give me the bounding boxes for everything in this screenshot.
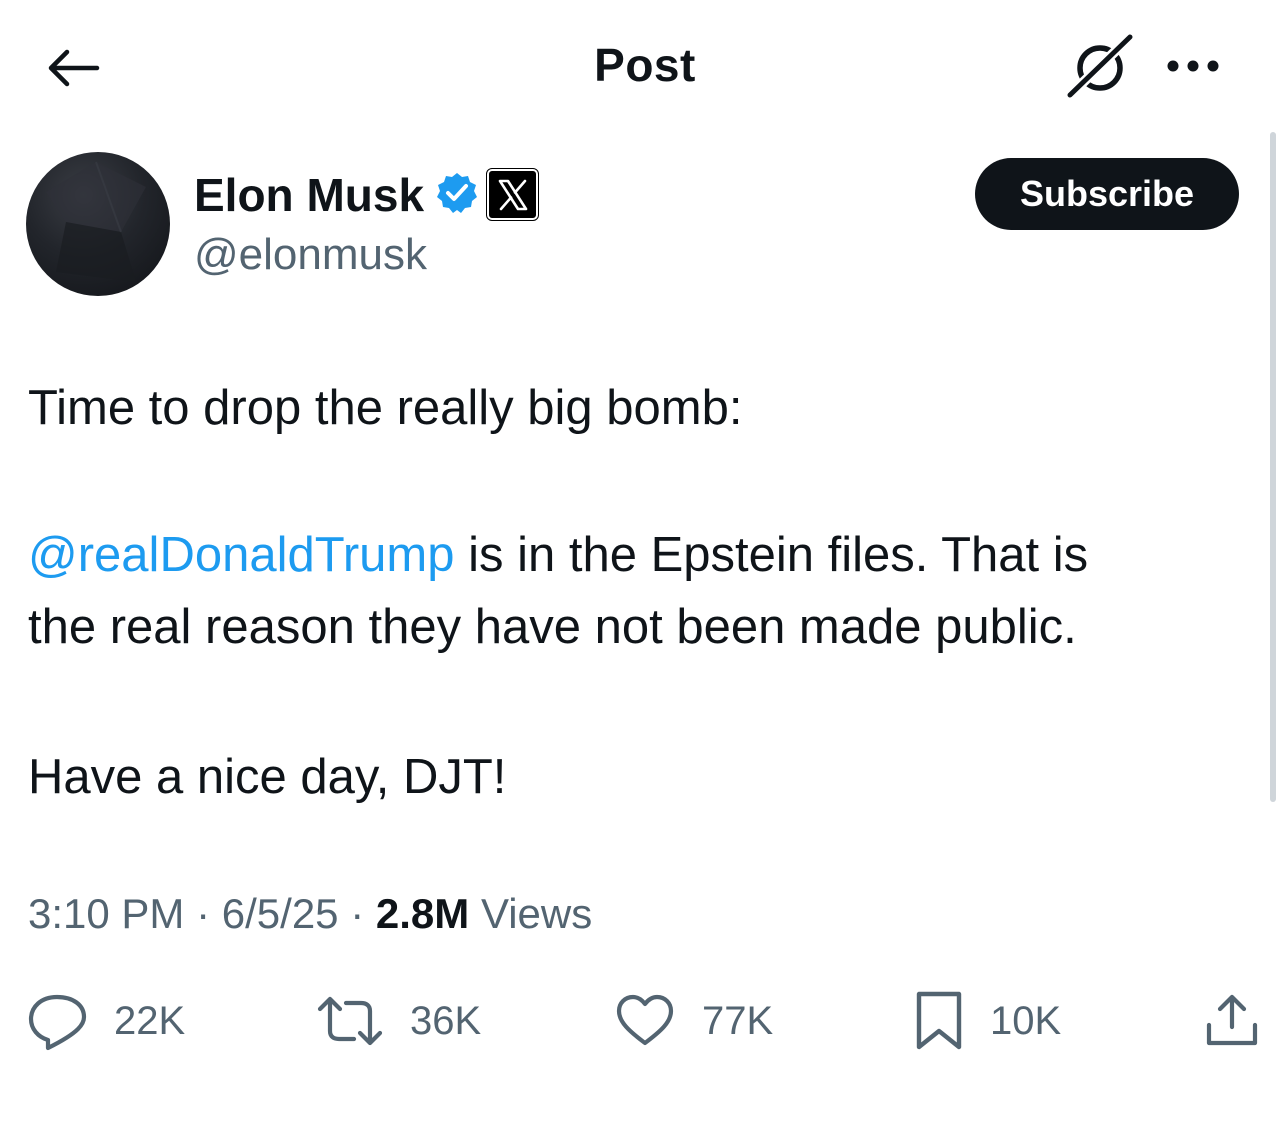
scrollbar[interactable] [1270, 132, 1276, 802]
bookmark-count: 10K [990, 998, 1062, 1043]
post-date[interactable]: 6/5/25 [222, 890, 339, 937]
meta-separator: · [350, 890, 365, 937]
subscribe-button[interactable]: Subscribe [975, 158, 1239, 230]
grok-button[interactable] [1062, 30, 1138, 102]
x-logo-icon[interactable] [486, 168, 539, 221]
tweet-line-2: @realDonaldTrump is in the Epstein files… [28, 520, 1088, 590]
verified-badge-icon [435, 171, 479, 215]
bookmark-button[interactable]: 10K [914, 985, 1061, 1057]
post-meta: 3:10 PM · 6/5/25 · 2.8M Views [28, 890, 592, 938]
reply-count: 22K [114, 998, 186, 1043]
like-count: 77K [702, 998, 774, 1043]
reply-button[interactable]: 22K [26, 985, 185, 1057]
bookmark-icon [914, 989, 964, 1053]
share-button[interactable] [1204, 985, 1260, 1057]
tweet-line-4: Have a nice day, DJT! [28, 750, 507, 804]
heart-icon [614, 993, 676, 1049]
reply-icon [26, 991, 88, 1051]
top-bar: Post [0, 0, 1279, 130]
repost-count: 36K [410, 998, 482, 1043]
more-horizontal-icon [1165, 59, 1221, 73]
tweet-line-1: Time to drop the really big bomb: [28, 381, 743, 435]
avatar[interactable] [26, 152, 170, 296]
mention-link[interactable]: @realDonaldTrump [28, 528, 454, 582]
views-label: Views [480, 890, 593, 937]
tweet-line-3: the real reason they have not been made … [28, 600, 1077, 654]
repost-icon [316, 993, 384, 1049]
grok-icon [1064, 31, 1136, 101]
author-handle[interactable]: @elonmusk [194, 230, 427, 280]
author-display-name[interactable]: Elon Musk [194, 168, 424, 222]
views-count: 2.8M [375, 890, 470, 937]
post-time[interactable]: 3:10 PM [28, 890, 184, 937]
like-button[interactable]: 77K [614, 985, 773, 1057]
share-icon [1204, 991, 1260, 1051]
meta-separator: · [196, 890, 211, 937]
repost-button[interactable]: 36K [316, 985, 481, 1057]
tweet-line-2-text: is in the Epstein files. That is [454, 528, 1089, 582]
more-options-button[interactable] [1160, 46, 1226, 86]
